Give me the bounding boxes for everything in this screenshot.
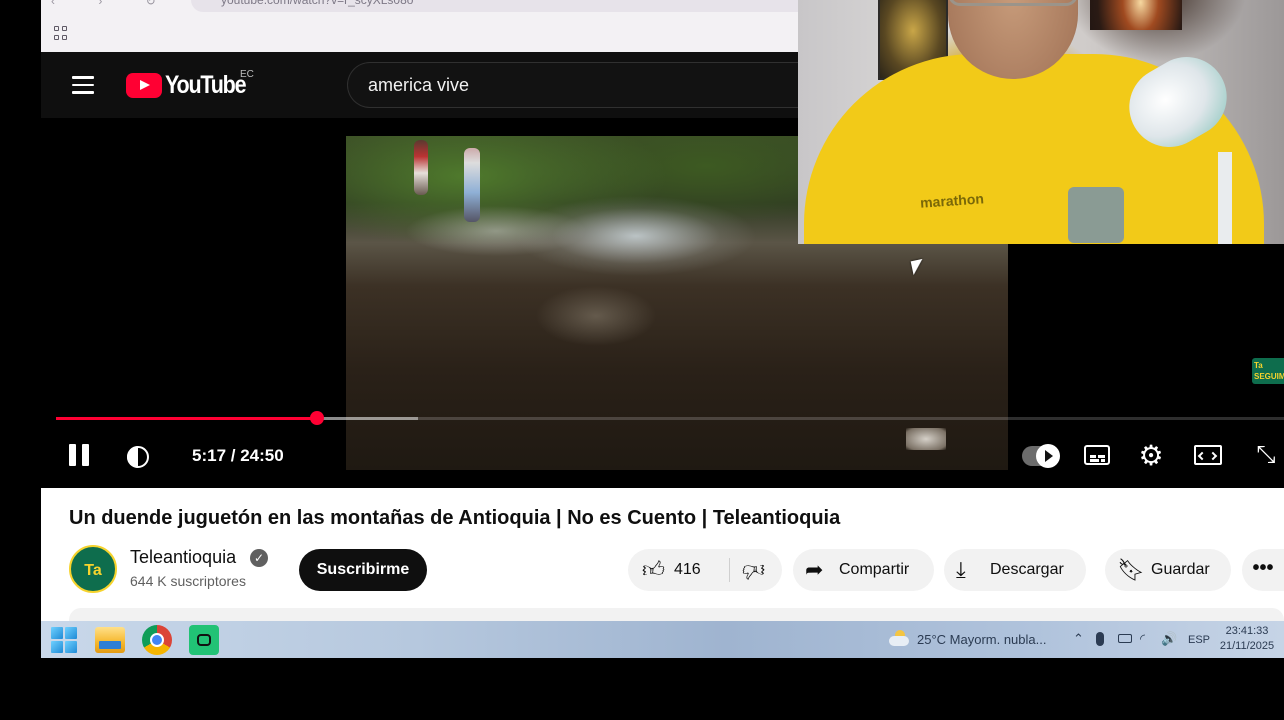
progress-scrubber[interactable] bbox=[310, 411, 325, 425]
clock-date: 21/11/2025 bbox=[1219, 640, 1275, 652]
channel-name[interactable]: Teleantioquia bbox=[130, 547, 236, 568]
screen: ‹ › ↻ ⊞ youtube.com/watch?v=r_scyXLs08o … bbox=[41, 0, 1284, 658]
video-person-figure bbox=[464, 148, 480, 222]
weather-widget[interactable]: 25°C Mayorm. nubla... bbox=[917, 632, 1046, 647]
file-explorer-icon[interactable] bbox=[95, 627, 125, 653]
subscriber-count: 644 K suscriptores bbox=[130, 573, 246, 589]
battery-icon[interactable] bbox=[1118, 634, 1132, 643]
settings-icon[interactable]: ⚙ bbox=[1137, 442, 1165, 470]
video-person-figure bbox=[414, 140, 428, 195]
windows-start-icon[interactable] bbox=[51, 627, 77, 653]
country-code: EC bbox=[240, 69, 254, 80]
chrome-icon[interactable] bbox=[142, 625, 172, 655]
windows-taskbar: 25°C Mayorm. nubla... ⌃ ◜ 🔊 ESP 23:41:33… bbox=[41, 621, 1284, 658]
speaker-icon[interactable]: 🔊 bbox=[1161, 631, 1177, 647]
youtube-wordmark: YouTube bbox=[165, 70, 247, 99]
verified-check-icon: ✓ bbox=[250, 549, 268, 567]
autoplay-toggle[interactable] bbox=[1022, 444, 1060, 468]
webcam-shirt-crest bbox=[1068, 187, 1124, 243]
subscribe-button[interactable]: Suscribirme bbox=[299, 549, 427, 591]
theater-mode-icon[interactable] bbox=[1193, 441, 1223, 469]
mouse-cursor-icon bbox=[910, 258, 926, 276]
language-indicator[interactable]: ESP bbox=[1188, 632, 1210, 648]
microphone-icon[interactable] bbox=[1096, 632, 1104, 646]
download-button[interactable]: ⤓ Descargar bbox=[944, 549, 1086, 591]
webcam-person-glasses bbox=[948, 0, 1078, 6]
thumbs-down-icon: 👍︎ bbox=[742, 558, 765, 583]
share-button[interactable]: ➦ Compartir bbox=[793, 549, 934, 591]
progress-played bbox=[56, 417, 318, 420]
like-dislike-group: 👍︎ 416 👍︎ bbox=[628, 549, 782, 591]
hamburger-menu-icon[interactable] bbox=[72, 76, 94, 94]
bookmark-icon: 🔖︎ bbox=[1117, 557, 1145, 582]
download-label: Descargar bbox=[990, 561, 1064, 578]
share-label: Compartir bbox=[839, 561, 910, 578]
video-rock bbox=[906, 428, 946, 450]
like-button[interactable]: 👍︎ 416 bbox=[628, 549, 728, 591]
like-count: 416 bbox=[674, 561, 701, 578]
volume-icon[interactable] bbox=[124, 442, 152, 468]
tray-overflow-icon[interactable]: ⌃ bbox=[1073, 631, 1084, 647]
video-title: Un duende juguetón en las montañas de An… bbox=[69, 507, 841, 529]
apps-grid-icon[interactable] bbox=[54, 26, 68, 40]
address-bar[interactable]: youtube.com/watch?v=r_scyXLs08o bbox=[191, 0, 831, 12]
save-label: Guardar bbox=[1151, 561, 1210, 578]
thumbs-up-icon: 👍︎ bbox=[642, 557, 665, 582]
description-box[interactable] bbox=[69, 608, 1284, 622]
clock[interactable]: 23:41:33 21/11/2025 bbox=[1219, 624, 1275, 654]
clock-time: 23:41:33 bbox=[1225, 625, 1269, 637]
time-display: 5:17 / 24:50 bbox=[192, 446, 284, 465]
fullscreen-icon[interactable]: ⤡ bbox=[1251, 441, 1281, 469]
app-icon[interactable] bbox=[189, 625, 219, 655]
download-icon: ⤓ bbox=[956, 557, 966, 582]
save-button[interactable]: 🔖︎ Guardar bbox=[1105, 549, 1231, 591]
webcam-overlay: marathon bbox=[798, 0, 1284, 244]
channel-avatar[interactable]: Ta bbox=[69, 545, 117, 593]
pause-icon[interactable] bbox=[69, 444, 89, 466]
youtube-play-icon bbox=[126, 72, 162, 98]
weather-cloud-icon[interactable] bbox=[889, 630, 909, 646]
dislike-button[interactable]: 👍︎ bbox=[730, 549, 782, 591]
video-info: Un duende juguetón en las montañas de An… bbox=[41, 488, 1284, 622]
more-actions-button[interactable]: ••• bbox=[1242, 549, 1284, 591]
wifi-icon[interactable]: ◜ bbox=[1140, 631, 1145, 647]
progress-bar[interactable] bbox=[56, 411, 1284, 425]
search-input[interactable]: america vive bbox=[347, 62, 817, 108]
youtube-logo[interactable]: YouTube bbox=[126, 70, 258, 99]
subtitles-icon[interactable] bbox=[1082, 441, 1112, 469]
channel-watermark: Ta SEGUIMOS bbox=[1252, 358, 1284, 384]
webcam-screen bbox=[1090, 0, 1182, 30]
webcam-mic-stand bbox=[1218, 152, 1232, 244]
share-icon: ➦ bbox=[805, 557, 824, 582]
